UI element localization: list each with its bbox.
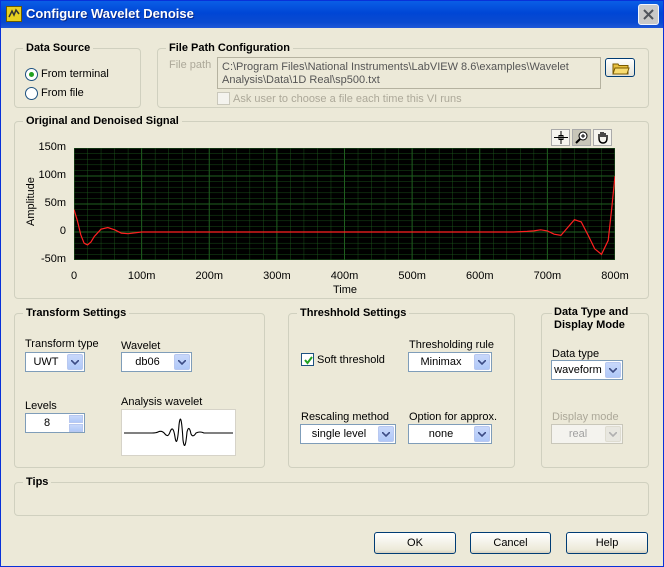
x-tick-label: 600m <box>465 270 494 282</box>
transform-settings-title: Transform Settings <box>23 307 130 319</box>
browse-button[interactable] <box>605 58 635 77</box>
file-path-label: File path <box>169 59 212 71</box>
display-mode-select[interactable]: real <box>551 424 623 444</box>
ask-user-label[interactable]: Ask user to choose a file each time this… <box>233 93 462 105</box>
chevron-down-icon <box>474 354 490 370</box>
analysis-wavelet-preview <box>121 409 236 456</box>
x-tick-label: 700m <box>533 270 562 282</box>
close-icon <box>643 9 654 20</box>
stepper-down-button[interactable] <box>69 424 83 432</box>
window-title: Configure Wavelet Denoise <box>26 6 194 21</box>
zoom-tool-button[interactable] <box>572 129 591 146</box>
transform-type-value: UWT <box>33 356 59 368</box>
wavelet-label: Wavelet <box>121 340 161 352</box>
from-terminal-label[interactable]: From terminal <box>41 68 109 80</box>
title-bar[interactable]: Configure Wavelet Denoise <box>1 1 663 28</box>
file-path-line-2: Analysis\Data\1D Real\sp500.txt <box>222 74 380 86</box>
y-axis-label: Amplitude <box>25 177 37 226</box>
y-tick-label: 50m <box>44 197 66 209</box>
soft-threshold-checkbox[interactable] <box>301 353 314 366</box>
cursor-tool-icon <box>554 131 568 144</box>
rescaling-method-label: Rescaling method <box>301 411 390 423</box>
display-mode-value: real <box>568 428 588 440</box>
help-button[interactable]: Help <box>566 532 648 554</box>
labview-icon <box>6 6 22 22</box>
data-source-title: Data Source <box>23 42 94 54</box>
data-type-title-line-2: Display Mode <box>554 319 625 331</box>
rescaling-method-select[interactable]: single level <box>300 424 396 444</box>
soft-threshold-label[interactable]: Soft threshold <box>317 354 385 366</box>
x-axis-label: Time <box>333 284 358 296</box>
display-mode-label: Display mode <box>552 411 619 423</box>
x-tick-label: 0 <box>70 270 78 282</box>
y-tick-label: 150m <box>38 141 66 153</box>
rescaling-method-value: single level <box>311 428 367 440</box>
cancel-button[interactable]: Cancel <box>470 532 551 554</box>
x-tick-label: 100m <box>127 270 156 282</box>
threshold-settings-group: Threshhold Settings <box>288 307 515 468</box>
folder-icon <box>612 63 630 75</box>
transform-type-label: Transform type <box>25 338 99 350</box>
thresholding-rule-select[interactable]: Minimax <box>408 352 492 372</box>
approx-option-select[interactable]: none <box>408 424 492 444</box>
wavelet-value: db06 <box>135 356 160 368</box>
chevron-down-icon <box>67 354 83 370</box>
checkmark-icon <box>304 356 313 365</box>
tips-group: Tips <box>14 476 649 516</box>
file-path-line-1: C:\Program Files\National Instruments\La… <box>222 61 569 73</box>
data-type-label: Data type <box>552 348 600 360</box>
zoom-tool-icon <box>575 131 588 144</box>
close-button[interactable] <box>638 4 659 25</box>
chevron-down-icon <box>605 426 621 442</box>
ask-user-checkbox[interactable] <box>217 92 230 105</box>
y-tick-label: 100m <box>38 169 66 181</box>
signal-graph-title: Original and Denoised Signal <box>23 115 182 127</box>
x-tick-label: 400m <box>330 270 359 282</box>
levels-stepper[interactable]: 8 <box>25 413 85 433</box>
y-tick-label: 0 <box>59 225 66 237</box>
data-type-group <box>541 313 649 468</box>
approx-option-label: Option for approx. <box>409 411 498 423</box>
threshold-settings-title: Threshhold Settings <box>297 307 410 319</box>
from-file-label[interactable]: From file <box>41 87 84 99</box>
levels-label: Levels <box>25 400 57 412</box>
levels-value: 8 <box>43 417 51 429</box>
data-type-value: waveform <box>554 364 602 376</box>
data-type-select[interactable]: waveform <box>551 360 623 380</box>
from-file-radio[interactable] <box>25 87 38 100</box>
tips-title: Tips <box>23 476 52 488</box>
x-tick-label: 800m <box>601 270 629 282</box>
analysis-wavelet-label: Analysis wavelet <box>121 396 203 408</box>
file-path-title: File Path Configuration <box>166 42 293 54</box>
pan-tool-button[interactable] <box>593 129 612 146</box>
dialog-window: Configure Wavelet Denoise Data Source Fr… <box>0 0 664 567</box>
pan-tool-icon <box>598 132 608 144</box>
cursor-tool-button[interactable] <box>551 129 570 146</box>
transform-type-select[interactable]: UWT <box>25 352 85 372</box>
chevron-down-icon <box>605 362 621 378</box>
radio-selected-dot <box>29 72 34 77</box>
x-tick-label: 500m <box>398 270 426 282</box>
signal-plot-area[interactable] <box>73 147 616 261</box>
file-path-input[interactable]: C:\Program Files\National Instruments\La… <box>217 57 601 89</box>
signal-plot-svg <box>73 147 616 261</box>
data-type-title-line-1: Data Type and <box>554 306 629 318</box>
from-terminal-radio[interactable] <box>25 68 38 81</box>
thresholding-rule-value: Minimax <box>420 356 462 368</box>
wavelet-select[interactable]: db06 <box>121 352 192 372</box>
chevron-down-icon <box>474 426 490 442</box>
y-tick-label: -50m <box>40 253 66 265</box>
ok-button[interactable]: OK <box>374 532 456 554</box>
stepper-up-button[interactable] <box>69 415 83 423</box>
approx-option-value: none <box>428 428 454 440</box>
x-tick-label: 300m <box>263 270 291 282</box>
data-type-title: Data Type and Display Mode <box>552 306 631 332</box>
thresholding-rule-label: Thresholding rule <box>409 339 494 351</box>
x-tick-label: 200m <box>195 270 224 282</box>
chevron-down-icon <box>174 354 190 370</box>
chevron-down-icon <box>378 426 394 442</box>
